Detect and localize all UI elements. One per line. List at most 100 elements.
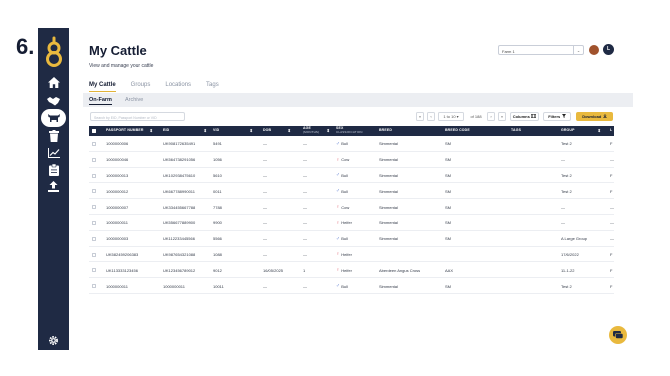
col-eid[interactable]: EID ⬍ (163, 126, 210, 136)
cell-breed-code: SM (445, 220, 451, 226)
col-breed-code[interactable]: BREED CODE (445, 126, 505, 136)
cell-age: — (303, 172, 307, 178)
table-row[interactable]: 1000000013 UK102938475610 5610 — — ♂ Bull Simme… (89, 168, 614, 184)
chart-icon[interactable] (46, 146, 61, 159)
page-range: 1 to 10 (443, 114, 456, 119)
tab-tags[interactable]: Tags (206, 82, 219, 92)
row-checkbox[interactable] (92, 205, 96, 210)
col-vid[interactable]: VID ⬍ (213, 126, 256, 136)
trash-icon[interactable] (46, 129, 61, 142)
cell-more: F (610, 188, 613, 194)
table-row[interactable]: 1000000006 UK908172635491 5491 — — ♂ Bull Simme… (89, 136, 614, 152)
cattle-table: PASSPORT NUMBER ⬍ EID ⬍ VID ⬍ DOB ⬍ AGE (MONT… (89, 126, 614, 294)
table-row[interactable]: UK582459206383 UK987654321088 1088 — — ♀ Heife… (89, 247, 614, 263)
pager-first-button[interactable]: « (416, 112, 424, 121)
col-group[interactable]: GROUP ⬍ (561, 126, 604, 136)
tab-groups[interactable]: Groups (131, 82, 151, 92)
row-checkbox[interactable] (92, 268, 96, 273)
table-row[interactable]: 1000000012 UK667788990011 0011 — — ♂ Bull Simme… (89, 183, 614, 200)
row-checkbox[interactable] (92, 157, 96, 162)
cell-breed-code: AAX (445, 267, 454, 273)
cow-icon[interactable] (41, 109, 66, 127)
page-size-select[interactable]: 1 to 10 ▾ (438, 112, 464, 121)
cell-vid: 7788 (213, 204, 222, 210)
pager-prev-button[interactable]: ‹ (427, 112, 435, 121)
select-all-checkbox[interactable] (92, 129, 96, 133)
row-checkbox[interactable] (92, 236, 96, 241)
table-row[interactable]: 1000000011 1000000011 10011 — — ♂ Bull Simmenta… (89, 278, 614, 294)
col-passport-number[interactable]: PASSPORT NUMBER ⬍ (106, 126, 156, 136)
col-tags[interactable]: TAGS (511, 126, 556, 136)
search-input[interactable]: Search by EID, Passport Number or VID (90, 112, 185, 121)
cell-breed: Simmental (379, 283, 398, 289)
male-icon: ♂ (336, 172, 340, 179)
col-more[interactable]: L (610, 126, 616, 136)
cell-sex: ♂ Bull (336, 235, 348, 242)
subtab-on-farm[interactable]: On-Farm (89, 97, 112, 105)
cell-age: — (303, 188, 307, 194)
table-row[interactable]: 1000000003 UK112233445566 5566 — — ♂ Bull Simme… (89, 231, 614, 247)
cell-passport-number: UK113333123456 (106, 267, 138, 273)
table-row[interactable]: 1000000011 UK556677889900 9900 — — ♀ Heifer Sim… (89, 215, 614, 231)
gear-icon[interactable] (46, 334, 61, 347)
cell-tags (511, 136, 556, 152)
cell-eid: UK908172635491 (163, 141, 196, 147)
col-breed[interactable]: BREED (379, 126, 439, 136)
filters-button[interactable]: Filters (543, 112, 571, 121)
pager-next-button[interactable]: › (487, 112, 495, 121)
cell-age: — (303, 204, 307, 210)
col-sex[interactable]: SEX CLASSIFICATION (336, 126, 376, 136)
handshake-icon[interactable] (46, 94, 61, 107)
upload-icon[interactable] (46, 180, 61, 193)
table-row[interactable]: UK113333123456 UK123456789012 9012 16/05/20… (89, 262, 614, 279)
cell-vid: 5491 (213, 141, 222, 147)
download-button[interactable]: Download (576, 112, 613, 121)
farm-select[interactable]: Farm 1 ⌄ (498, 45, 584, 55)
subtab-bar: On-Farm Archive (83, 93, 633, 107)
cell-sex: ♂ Bull (336, 140, 348, 147)
page-total: of 188 (470, 114, 482, 119)
cell-more: — (610, 157, 614, 163)
cell-eid: UK987654321088 (163, 251, 196, 257)
col-age[interactable]: AGE (MONTHS) ⬍ (303, 126, 333, 136)
farm-badge-icon[interactable] (589, 45, 599, 55)
row-checkbox[interactable] (92, 220, 96, 225)
sort-icon: ⬍ (326, 128, 330, 134)
cell-tags (511, 215, 556, 231)
tab-my-cattle[interactable]: My Cattle (89, 82, 116, 92)
cell-passport-number: 1000000003 (106, 236, 129, 242)
table-row[interactable]: 1000000007 UK334455667788 7788 — — ♀ Cow Simmen… (89, 199, 614, 215)
pager-last-button[interactable]: » (498, 112, 506, 121)
filter-icon (561, 114, 566, 119)
cell-eid: UK112233445566 (163, 236, 195, 242)
row-checkbox[interactable] (92, 189, 96, 194)
columns-button[interactable]: Columns (510, 112, 539, 121)
chat-icon[interactable] (609, 326, 627, 344)
cell-tags (511, 168, 556, 184)
home-icon[interactable] (46, 76, 61, 89)
row-checkbox[interactable] (92, 173, 96, 178)
app-logo[interactable] (43, 36, 65, 68)
filters-label: Filters (548, 114, 561, 119)
cell-sex: ♀ Heifer (336, 251, 352, 258)
cell-passport-number: 1000000011 (106, 220, 128, 226)
clipboard-icon[interactable] (46, 163, 61, 176)
table-header: PASSPORT NUMBER ⬍ EID ⬍ VID ⬍ DOB ⬍ AGE (MONT… (89, 126, 614, 136)
cell-age: — (303, 157, 307, 163)
table-row[interactable]: 1000000046 UK564738291056 1056 — — ♀ Cow Simmen… (89, 152, 614, 168)
subtab-archive[interactable]: Archive (125, 97, 143, 103)
cell-passport-number: 1000000007 (106, 204, 129, 210)
cell-vid: 1088 (213, 251, 222, 257)
col-dob[interactable]: DOB ⬍ (263, 126, 294, 136)
tab-locations[interactable]: Locations (165, 82, 191, 92)
cell-vid: 5566 (213, 236, 222, 242)
row-checkbox[interactable] (92, 142, 96, 146)
cell-breed: Simmental (379, 204, 398, 210)
cell-more: — (610, 204, 614, 210)
avatar[interactable]: L (603, 44, 614, 55)
row-checkbox[interactable] (92, 252, 96, 257)
male-icon: ♂ (336, 283, 340, 290)
cell-dob: — (263, 220, 267, 226)
cell-breed-code (445, 247, 505, 263)
row-checkbox[interactable] (92, 284, 96, 289)
